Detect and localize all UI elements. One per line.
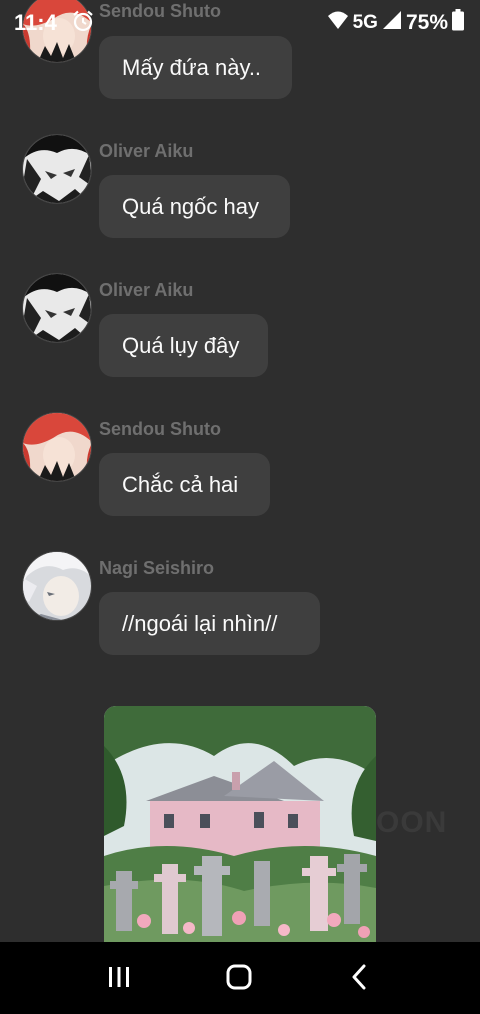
chat-thread[interactable]: Sendou Shuto Mấy đứa này.. Oliver Aiku Q… bbox=[0, 0, 480, 942]
alarm-icon bbox=[71, 9, 95, 38]
sender-name: Oliver Aiku bbox=[99, 280, 194, 300]
message-bubble[interactable]: Quá lụy đây bbox=[99, 314, 268, 377]
avatar-sendou[interactable] bbox=[22, 412, 92, 482]
avatar-oliver[interactable] bbox=[22, 273, 92, 343]
message-item: Nagi Seishiro //ngoái lại nhìn// bbox=[0, 551, 480, 681]
sender-name: Oliver Aiku bbox=[99, 141, 194, 161]
sender-name: Nagi Seishiro bbox=[99, 558, 215, 578]
wifi-icon bbox=[327, 10, 349, 35]
message-item: Oliver Aiku Quá ngốc hay bbox=[0, 134, 480, 264]
system-indicators: 5G 75% bbox=[327, 9, 464, 36]
message-bubble[interactable]: Quá ngốc hay bbox=[99, 175, 290, 238]
signal-icon bbox=[382, 10, 402, 35]
battery-icon bbox=[452, 9, 464, 36]
message-bubble[interactable]: //ngoái lại nhìn// bbox=[99, 592, 320, 655]
back-icon bbox=[351, 964, 367, 995]
sender-name: Sendou Shuto bbox=[99, 419, 221, 439]
image-message[interactable] bbox=[104, 706, 376, 942]
garden-cemetery-photo bbox=[104, 706, 376, 942]
battery-percent: 75% bbox=[405, 10, 448, 34]
message-item: Oliver Aiku Quá lụy đây bbox=[0, 273, 480, 403]
navigation-bar bbox=[0, 942, 480, 1014]
status-bar: 11:4 5G 75% bbox=[0, 0, 480, 46]
clock-time: 11:4 bbox=[14, 10, 57, 35]
home-icon bbox=[226, 964, 252, 995]
message-item: Sendou Shuto Chắc cả hai bbox=[0, 412, 480, 542]
back-button[interactable] bbox=[337, 962, 381, 996]
avatar-oliver[interactable] bbox=[22, 134, 92, 204]
avatar-nagi[interactable] bbox=[22, 551, 92, 621]
recents-icon bbox=[107, 966, 131, 993]
recents-button[interactable] bbox=[97, 962, 141, 996]
message-bubble[interactable]: Chắc cả hai bbox=[99, 453, 270, 516]
home-button[interactable] bbox=[217, 962, 261, 996]
watermark: OON bbox=[376, 806, 448, 839]
network-type: 5G bbox=[352, 11, 378, 33]
